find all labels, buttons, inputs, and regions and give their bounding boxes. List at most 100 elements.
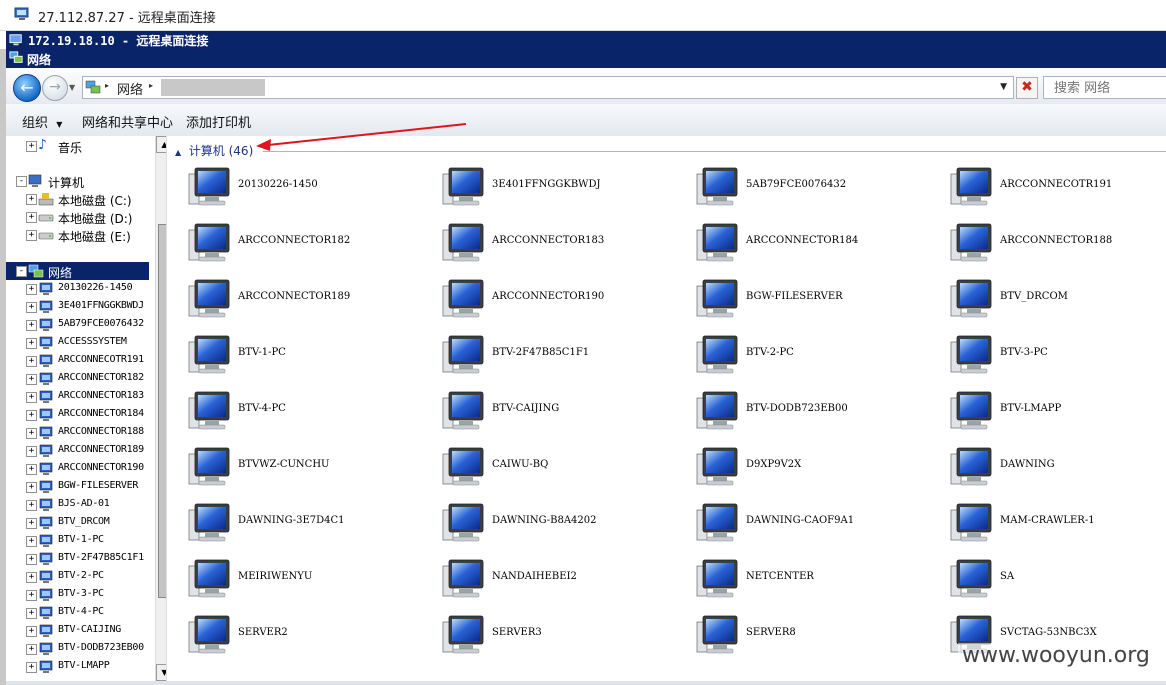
tree-item-host[interactable]: + ARCCONNECTOR190: [6, 460, 154, 478]
expand-icon[interactable]: +: [26, 500, 37, 511]
computer-item[interactable]: NETCENTER: [675, 550, 929, 606]
computer-item[interactable]: 5AB79FCE0076432: [675, 158, 929, 214]
expand-icon[interactable]: +: [26, 338, 37, 349]
tree-item-host[interactable]: +3E401FFNGGKBWDJ: [6, 298, 154, 316]
computer-item[interactable]: BTV-2-PC: [675, 326, 929, 382]
forward-button[interactable]: →: [42, 75, 68, 101]
address-dropdown-icon[interactable]: ▼: [1000, 82, 1007, 92]
navigation-scrollbar[interactable]: ▲ ▼: [155, 136, 166, 681]
computer-item[interactable]: BTVWZ-CUNCHU: [167, 438, 421, 494]
tree-item-host[interactable]: + BTV-1-PC: [6, 532, 154, 550]
computer-item[interactable]: BTV-LMAPP: [929, 382, 1166, 438]
computer-item[interactable]: DAWNING-3E7D4C1: [167, 494, 421, 550]
stop-button[interactable]: ✖: [1016, 77, 1038, 99]
tree-item-host[interactable]: + BTV_DRCOM: [6, 514, 154, 532]
tree-item-disk-d[interactable]: + 本地磁盘 (D:): [6, 208, 154, 226]
recent-pages-dropdown-icon[interactable]: ▼: [69, 83, 75, 92]
computer-item[interactable]: CAIWU-BQ: [421, 438, 675, 494]
expand-icon[interactable]: +: [26, 374, 37, 385]
tree-item-host[interactable]: + BTV-4-PC: [6, 604, 154, 622]
computer-item[interactable]: ARCCONNECTOR190: [421, 270, 675, 326]
computer-item[interactable]: BTV-2F47B85C1F1: [421, 326, 675, 382]
tree-item-host[interactable]: + BTV-2F47B85C1F1: [6, 550, 154, 568]
tree-item-computer[interactable]: - 计算机: [6, 172, 154, 190]
computer-item[interactable]: 20130226-1450: [167, 158, 421, 214]
breadcrumb-network[interactable]: 网络: [117, 79, 143, 98]
scroll-up-icon[interactable]: ▲: [156, 136, 166, 153]
computer-item[interactable]: ARCCONNECTOR182: [167, 214, 421, 270]
search-input[interactable]: [1052, 78, 1166, 99]
tree-item-disk-e[interactable]: + 本地磁盘 (E:): [6, 226, 154, 244]
computer-item[interactable]: ARCCONNECTOR189: [167, 270, 421, 326]
computer-item[interactable]: D9XP9V2X: [675, 438, 929, 494]
computer-item[interactable]: DAWNING-CAOF9A1: [675, 494, 929, 550]
expand-icon[interactable]: +: [26, 141, 37, 152]
tree-item-host[interactable]: + ARCCONNECTOR188: [6, 424, 154, 442]
network-sharing-center-button[interactable]: 网络和共享中心: [82, 112, 173, 131]
tree-item-host[interactable]: + ARCCONNECTOR182: [6, 370, 154, 388]
tree-item-disk-c[interactable]: + 本地磁盘 (C:): [6, 190, 154, 208]
tree-item-host[interactable]: + BTV-DODB723EB00: [6, 640, 154, 658]
tree-item-host[interactable]: + BTV-3-PC: [6, 586, 154, 604]
expand-icon[interactable]: +: [26, 410, 37, 421]
computer-item[interactable]: MAM-CRAWLER-1: [929, 494, 1166, 550]
tree-item-host[interactable]: +20130226-1450: [6, 280, 154, 298]
tree-item-host[interactable]: + BTV-CAIJING: [6, 622, 154, 640]
expand-icon[interactable]: +: [26, 320, 37, 331]
tree-item-network[interactable]: - 网络: [6, 262, 149, 280]
computer-item[interactable]: 3E401FFNGGKBWDJ: [421, 158, 675, 214]
tree-item-host[interactable]: +5AB79FCE0076432: [6, 316, 154, 334]
expand-icon[interactable]: +: [26, 662, 37, 673]
tree-item-host[interactable]: + BJS-AD-01: [6, 496, 154, 514]
computer-item[interactable]: BTV-1-PC: [167, 326, 421, 382]
expand-icon[interactable]: +: [26, 302, 37, 313]
computer-item[interactable]: ARCCONNECTOR184: [675, 214, 929, 270]
computer-item[interactable]: BTV-4-PC: [167, 382, 421, 438]
computer-item[interactable]: SERVER3: [421, 606, 675, 662]
collapse-group-icon[interactable]: ▲: [175, 148, 181, 157]
add-printer-button[interactable]: 添加打印机: [186, 112, 251, 131]
computer-item[interactable]: ARCCONNECTOR188: [929, 214, 1166, 270]
expand-icon[interactable]: +: [26, 608, 37, 619]
tree-item-host[interactable]: + BGW-FILESERVER: [6, 478, 154, 496]
computer-item[interactable]: SA: [929, 550, 1166, 606]
scroll-thumb[interactable]: [158, 224, 166, 598]
expand-icon[interactable]: +: [26, 590, 37, 601]
expand-icon[interactable]: +: [26, 212, 37, 223]
group-header[interactable]: ▲ 计算机 (46): [175, 142, 253, 159]
search-field[interactable]: [1043, 76, 1166, 99]
expand-icon[interactable]: +: [26, 482, 37, 493]
tree-item-host[interactable]: + ACCESSSYSTEM: [6, 334, 154, 352]
expand-icon[interactable]: +: [26, 446, 37, 457]
computer-item[interactable]: BGW-FILESERVER: [675, 270, 929, 326]
expand-icon[interactable]: +: [26, 230, 37, 241]
expand-icon[interactable]: +: [26, 284, 37, 295]
computer-item[interactable]: SERVER8: [675, 606, 929, 662]
computer-item[interactable]: BTV_DRCOM: [929, 270, 1166, 326]
tree-item-host[interactable]: + ARCCONNECTOR189: [6, 442, 154, 460]
expand-icon[interactable]: +: [26, 626, 37, 637]
back-button[interactable]: ←: [13, 74, 41, 102]
collapse-icon[interactable]: -: [16, 266, 27, 277]
computer-item[interactable]: DAWNING: [929, 438, 1166, 494]
breadcrumb-separator-icon[interactable]: ▸: [149, 81, 153, 90]
expand-icon[interactable]: +: [26, 572, 37, 583]
tree-item-host[interactable]: + BTV-2-PC: [6, 568, 154, 586]
computer-item[interactable]: SERVER2: [167, 606, 421, 662]
computer-item[interactable]: BTV-DODB723EB00: [675, 382, 929, 438]
expand-icon[interactable]: +: [26, 392, 37, 403]
collapse-icon[interactable]: -: [16, 176, 27, 187]
expand-icon[interactable]: +: [26, 464, 37, 475]
expand-icon[interactable]: +: [26, 518, 37, 529]
computer-item[interactable]: BTV-3-PC: [929, 326, 1166, 382]
computer-item[interactable]: MEIRIWENYU: [167, 550, 421, 606]
expand-icon[interactable]: +: [26, 428, 37, 439]
tree-item-host[interactable]: + ARCCONNECOTR191: [6, 352, 154, 370]
tree-item-host[interactable]: + ARCCONNECTOR183: [6, 388, 154, 406]
address-bar[interactable]: ▸ 网络 ▸ ▼: [82, 76, 1014, 99]
expand-icon[interactable]: +: [26, 536, 37, 547]
computer-item[interactable]: ARCCONNECOTR191: [929, 158, 1166, 214]
organize-menu[interactable]: 组织 ▼: [22, 112, 62, 131]
tree-item-host[interactable]: + ARCCONNECTOR184: [6, 406, 154, 424]
breadcrumb-separator-icon[interactable]: ▸: [105, 81, 109, 90]
